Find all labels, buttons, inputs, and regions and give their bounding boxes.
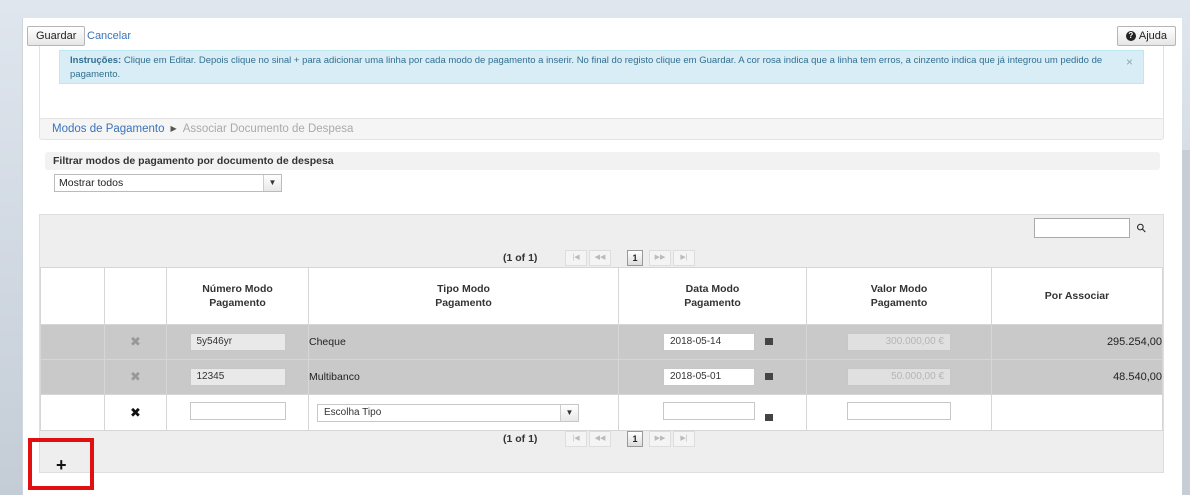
chevron-down-icon: ▼ xyxy=(263,175,281,191)
plus-icon[interactable]: + xyxy=(56,455,67,476)
help-label: Ajuda xyxy=(1138,30,1167,42)
tipo-cell: Escolha Tipo ▼ xyxy=(308,394,619,431)
numero-input[interactable]: 12345 xyxy=(189,368,286,386)
cancel-link[interactable]: Cancelar xyxy=(87,26,131,46)
valor-input[interactable] xyxy=(847,402,951,420)
breadcrumb: Modos de Pagamento ▶ Associar Documento de… xyxy=(39,118,1164,140)
last-page-icon[interactable]: ▶| xyxy=(673,250,695,266)
last-page-icon[interactable]: ▶| xyxy=(673,431,695,447)
valor-readonly: 300.000,00 € xyxy=(847,333,951,351)
numero-cell: 12345 xyxy=(166,359,309,395)
filter-label: Filtrar modos de pagamento por documento… xyxy=(45,152,1160,170)
row-blank-cell xyxy=(40,324,105,360)
table-row: ✖ 5y546yr Cheque 2018-05-14 300.000,00 €… xyxy=(40,324,1163,360)
delete-icon[interactable]: ✖ xyxy=(104,394,167,431)
header-por-associar: Por Associar xyxy=(991,267,1163,325)
tipo-cell: Multibanco xyxy=(308,359,619,395)
filter-select[interactable]: Mostrar todos ▼ xyxy=(54,174,282,192)
first-page-icon[interactable]: |◀ xyxy=(565,250,587,266)
search-input[interactable] xyxy=(1034,218,1130,238)
calendar-icon[interactable] xyxy=(765,413,773,421)
new-table-row: ✖ Escolha Tipo ▼ xyxy=(40,394,1163,431)
header-valor: Valor Modo Pagamento xyxy=(806,267,992,325)
previous-page-icon[interactable]: ◀◀ xyxy=(589,431,611,447)
numero-input[interactable] xyxy=(189,402,286,420)
por-associar-cell xyxy=(991,394,1163,431)
breadcrumb-current: Associar Documento de Despesa xyxy=(182,123,354,135)
row-blank-cell xyxy=(40,394,105,431)
valor-readonly: 50.000,00 € xyxy=(847,368,951,386)
numero-input[interactable]: 5y546yr xyxy=(189,333,286,351)
date-input[interactable] xyxy=(663,402,755,420)
help-button[interactable]: ? Ajuda xyxy=(1116,26,1176,46)
data-cell: 2018-05-14 xyxy=(618,324,807,360)
por-associar-cell: 295.254,00 xyxy=(991,324,1163,360)
instructions-label: Instruções: xyxy=(70,55,122,66)
main-panel: Guardar Cancelar ? Ajuda Instruções: Cliq… xyxy=(22,18,1182,495)
delete-icon[interactable]: ✖ xyxy=(104,359,167,395)
table-row: ✖ 12345 Multibanco 2018-05-01 50.000,00 … xyxy=(40,359,1163,395)
header-action xyxy=(104,267,167,325)
scrollbar[interactable] xyxy=(1182,150,1190,495)
next-page-icon[interactable]: ▶▶ xyxy=(649,250,671,266)
instructions-text: Clique em Editar. Depois clique no sinal… xyxy=(70,55,1103,80)
pager-text: (1 of 1) xyxy=(503,252,538,264)
data-cell xyxy=(618,394,807,431)
tipo-cell: Cheque xyxy=(308,324,619,360)
instructions-container: Instruções: Clique em Editar. Depois cli… xyxy=(39,46,1164,124)
paginator-bottom: (1 of 1) |◀ ◀◀ 1 ▶▶ ▶| xyxy=(503,431,723,447)
data-cell: 2018-05-01 xyxy=(618,359,807,395)
help-icon: ? xyxy=(1125,31,1136,42)
calendar-icon[interactable] xyxy=(765,372,773,380)
numero-cell xyxy=(166,394,309,431)
delete-icon[interactable]: ✖ xyxy=(104,324,167,360)
instructions-alert: Instruções: Clique em Editar. Depois cli… xyxy=(59,50,1144,84)
breadcrumb-link[interactable]: Modos de Pagamento xyxy=(52,123,165,135)
current-page-button[interactable]: 1 xyxy=(627,431,643,447)
header-data: Data Modo Pagamento xyxy=(618,267,807,325)
filter-select-value: Mostrar todos xyxy=(59,177,124,189)
valor-cell xyxy=(806,394,992,431)
tipo-select[interactable]: Escolha Tipo ▼ xyxy=(317,403,579,422)
toolbar: Guardar Cancelar ? Ajuda xyxy=(27,24,1178,48)
header-tipo: Tipo Modo Pagamento xyxy=(308,267,619,325)
next-page-icon[interactable]: ▶▶ xyxy=(649,431,671,447)
header-numero: Número Modo Pagamento xyxy=(166,267,309,325)
tipo-select-value: Escolha Tipo xyxy=(324,406,382,418)
chevron-down-icon: ▼ xyxy=(560,404,578,421)
paginator-top: (1 of 1) |◀ ◀◀ 1 ▶▶ ▶| xyxy=(503,250,723,266)
numero-cell: 5y546yr xyxy=(166,324,309,360)
current-page-button[interactable]: 1 xyxy=(627,250,643,266)
valor-cell: 300.000,00 € xyxy=(806,324,992,360)
date-input[interactable]: 2018-05-01 xyxy=(663,368,755,386)
breadcrumb-separator-icon: ▶ xyxy=(170,124,177,133)
calendar-icon[interactable] xyxy=(765,337,773,345)
row-blank-cell xyxy=(40,359,105,395)
table-header-row: Número Modo Pagamento Tipo Modo Pagament… xyxy=(40,267,1163,325)
header-blank xyxy=(40,267,105,325)
payment-modes-table: Número Modo Pagamento Tipo Modo Pagament… xyxy=(40,267,1163,431)
por-associar-cell: 48.540,00 xyxy=(991,359,1163,395)
previous-page-icon[interactable]: ◀◀ xyxy=(589,250,611,266)
date-input[interactable]: 2018-05-14 xyxy=(663,333,755,351)
first-page-icon[interactable]: |◀ xyxy=(565,431,587,447)
valor-cell: 50.000,00 € xyxy=(806,359,992,395)
close-icon[interactable]: × xyxy=(1126,55,1133,69)
save-button[interactable]: Guardar xyxy=(27,26,86,46)
pager-text: (1 of 1) xyxy=(503,433,538,445)
